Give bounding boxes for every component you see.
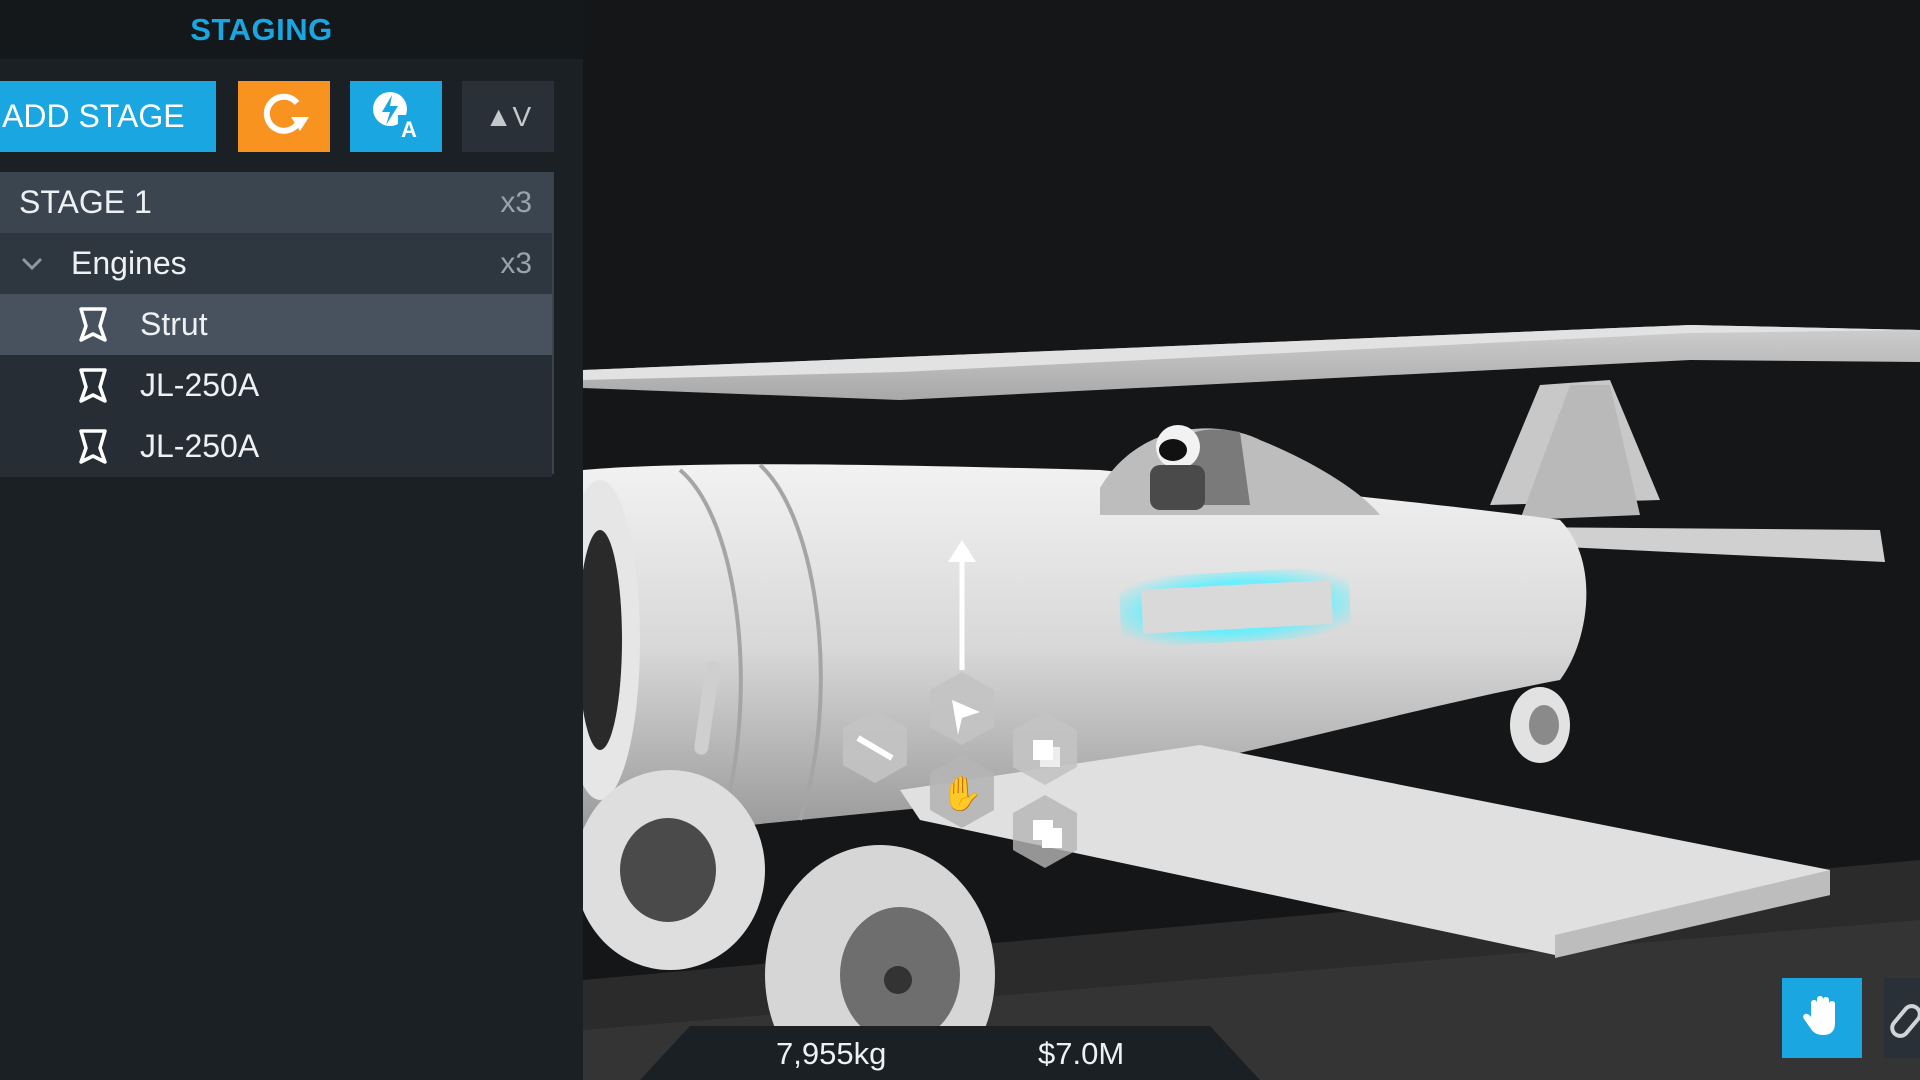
staging-panel: STAGING ADD STAGE A ▲V STAGE 1 x3 Engine…: [0, 0, 583, 1080]
svg-text:A: A: [401, 117, 417, 141]
stage-list: STAGE 1 x3 Engines x3 Strut JL-250A JL-2…: [0, 172, 554, 477]
craft-mass: 7,955kg: [776, 1036, 887, 1071]
part-label: JL-250A: [140, 428, 260, 464]
reset-staging-button[interactable]: [238, 81, 330, 152]
craft-cost: $7.0M: [1038, 1036, 1125, 1071]
stage-label: STAGE 1: [19, 184, 152, 220]
list-item[interactable]: Strut: [0, 294, 552, 355]
connect-tool-button[interactable]: [1884, 978, 1920, 1058]
list-item[interactable]: JL-250A: [0, 355, 552, 416]
stage-group-engines[interactable]: Engines x3: [0, 233, 552, 294]
hand-icon: [1799, 993, 1845, 1044]
auto-stage-icon: A: [368, 87, 424, 146]
sort-label: ▲V: [484, 100, 532, 132]
sort-stages-button[interactable]: ▲V: [462, 81, 554, 152]
chevron-down-icon[interactable]: [19, 257, 45, 271]
add-stage-label: ADD STAGE: [2, 98, 185, 134]
svg-text:✋: ✋: [941, 774, 983, 814]
engine-icon: [78, 428, 108, 466]
link-icon: [1884, 1004, 1920, 1058]
part-label: JL-250A: [140, 367, 260, 403]
panel-title: STAGING: [190, 11, 333, 47]
part-label: Strut: [140, 306, 208, 342]
engine-icon: [78, 306, 108, 344]
group-label: Engines: [71, 245, 187, 281]
group-count: x3: [500, 246, 532, 280]
engine-icon: [78, 367, 108, 405]
stage-count: x3: [500, 185, 532, 219]
list-item[interactable]: JL-250A: [0, 416, 552, 477]
move-tool-button[interactable]: [1782, 978, 1862, 1058]
refresh-icon: [257, 89, 311, 144]
craft-stats-bar: 7,955kg $7.0M: [640, 1026, 1260, 1080]
panel-header: STAGING: [0, 0, 583, 59]
auto-stage-button[interactable]: A: [350, 81, 442, 152]
add-stage-button[interactable]: ADD STAGE: [0, 81, 216, 152]
stage-row[interactable]: STAGE 1 x3: [0, 172, 552, 233]
stats-background: [640, 1026, 1260, 1080]
